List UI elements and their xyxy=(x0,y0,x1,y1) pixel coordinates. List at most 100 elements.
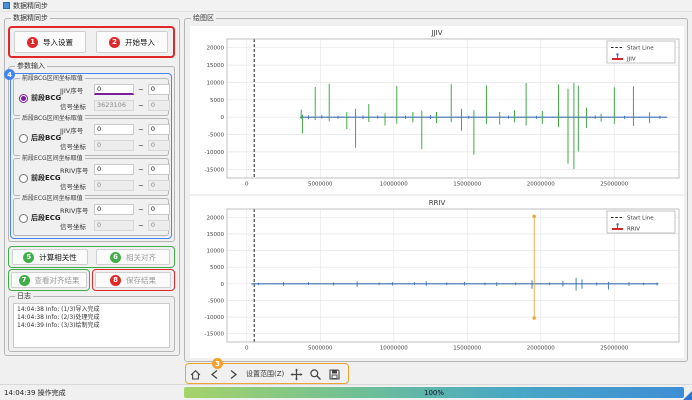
svg-text:0: 0 xyxy=(221,282,225,288)
param-field-start[interactable]: 0 xyxy=(94,124,134,135)
svg-text:-15000: -15000 xyxy=(205,167,225,173)
action-button-保存结果[interactable]: 8保存结果 xyxy=(95,272,171,288)
radio-前段BCG: 前段BCG xyxy=(19,93,61,103)
param-field-start: 0 xyxy=(94,180,134,191)
param-field-end[interactable]: 0 xyxy=(148,204,170,215)
badge-2: 2 xyxy=(109,37,120,48)
rriv-plot-svg: 20000150001000050000-5000-10000-15000050… xyxy=(190,196,684,358)
param-row: RRIV序号0~0 xyxy=(60,204,170,215)
param-section-1: 前段BCG区间坐标取值前段BCGJJIV序号0~0信号坐标3623106~0 xyxy=(13,78,169,116)
param-row: 信号坐标3623106~0 xyxy=(60,100,170,111)
svg-text:JJIV: JJIV xyxy=(431,29,443,37)
badge-4: 4 xyxy=(4,69,15,80)
param-label: 信号坐标 xyxy=(60,141,92,151)
params-group-label: 参数输入 xyxy=(15,62,47,71)
param-field-end[interactable]: 0 xyxy=(148,164,170,175)
radio-label: 前段ECG xyxy=(31,173,61,183)
svg-text:0: 0 xyxy=(221,115,225,121)
param-row: 信号坐标0~0 xyxy=(60,140,170,151)
svg-text:-10000: -10000 xyxy=(205,315,225,321)
param-row: JJIV序号0~0 xyxy=(60,84,170,95)
svg-text:25000000: 25000000 xyxy=(600,346,628,352)
svg-text:20000: 20000 xyxy=(207,46,225,52)
svg-text:JJIV: JJIV xyxy=(626,57,636,63)
svg-text:15000: 15000 xyxy=(207,232,225,238)
set-range-button[interactable]: 设置范围(Z) xyxy=(246,369,284,379)
radio-button[interactable] xyxy=(19,94,28,103)
param-section-4: 后段ECG区间坐标取值后段ECGRRIV序号0~0信号坐标0~0 xyxy=(13,198,169,236)
svg-text:Start Line: Start Line xyxy=(627,46,654,52)
svg-text:5000: 5000 xyxy=(210,265,224,271)
app-icon xyxy=(3,2,10,9)
svg-text:15000000: 15000000 xyxy=(453,346,481,352)
svg-text:20000000: 20000000 xyxy=(527,346,555,352)
forward-arrow-icon[interactable] xyxy=(227,368,240,381)
radio-button[interactable] xyxy=(19,174,28,183)
badge-7: 7 xyxy=(19,275,30,286)
param-section-title: 前段ECG区间坐标取值 xyxy=(20,154,85,163)
import-button-2[interactable]: 2开始导入 xyxy=(96,31,168,53)
param-field-start[interactable]: 0 xyxy=(94,84,134,95)
param-label: RRIV序号 xyxy=(60,165,92,175)
status-message: 14:04:39 操作完成 xyxy=(4,388,66,398)
svg-text:-15000: -15000 xyxy=(205,332,225,338)
tilde-separator: ~ xyxy=(136,206,146,214)
badge-1: 1 xyxy=(27,37,38,48)
param-row: RRIV序号0~0 xyxy=(60,164,170,175)
progress-bar: 100% xyxy=(184,387,684,398)
svg-text:0: 0 xyxy=(245,182,249,188)
tilde-separator: ~ xyxy=(136,142,146,150)
param-field-end[interactable]: 0 xyxy=(148,84,170,95)
param-field-start[interactable]: 0 xyxy=(94,204,134,215)
save-icon[interactable] xyxy=(328,368,341,381)
param-label: RRIV序号 xyxy=(60,205,92,215)
param-section-title: 后段ECG区间坐标取值 xyxy=(20,194,85,203)
app-window: { "window": { "title": "数据精同步" }, "annot… xyxy=(0,0,692,400)
radio-label: 前段BCG xyxy=(31,93,61,103)
window-title: 数据精同步 xyxy=(13,1,48,11)
param-row: 信号坐标0~0 xyxy=(60,220,170,231)
tilde-separator: ~ xyxy=(136,86,146,94)
param-label: JJIV序号 xyxy=(60,85,92,95)
param-field-start: 0 xyxy=(94,140,134,151)
param-section-3: 前段ECG区间坐标取值前段ECGRRIV序号0~0信号坐标0~0 xyxy=(13,158,169,196)
title-bar: 数据精同步 xyxy=(0,0,692,12)
chart-rriv[interactable]: 20000150001000050000-5000-10000-15000050… xyxy=(190,196,684,358)
resize-grip[interactable] xyxy=(683,391,692,400)
svg-text:5000000: 5000000 xyxy=(308,346,333,352)
tilde-separator: ~ xyxy=(136,102,146,110)
radio-后段BCG: 后段BCG xyxy=(19,133,61,143)
pan-icon[interactable] xyxy=(290,368,303,381)
param-field-end: 0 xyxy=(148,220,170,231)
param-label: JJIV序号 xyxy=(60,125,92,135)
svg-text:10000000: 10000000 xyxy=(380,346,408,352)
action-button-label: 查看对齐结果 xyxy=(35,275,80,286)
radio-button[interactable] xyxy=(19,134,28,143)
radio-button[interactable] xyxy=(19,214,28,223)
svg-text:0: 0 xyxy=(245,346,249,352)
param-row: 信号坐标0~0 xyxy=(60,180,170,191)
param-field-end: 0 xyxy=(148,180,170,191)
zoom-icon[interactable] xyxy=(309,368,322,381)
action-button-相关对齐[interactable]: 6相关对齐 xyxy=(96,249,170,265)
plot-toolbar: 设置范围(Z) xyxy=(189,366,341,382)
svg-text:RRIV: RRIV xyxy=(429,199,446,207)
param-field-end: 0 xyxy=(148,100,170,111)
action-button-计算相关性[interactable]: 5计算相关性 xyxy=(12,249,88,265)
chart-jjiv[interactable]: 20000150001000050000-5000-10000-15000050… xyxy=(190,26,684,194)
svg-text:-10000: -10000 xyxy=(205,150,225,156)
svg-text:10000: 10000 xyxy=(207,249,225,255)
action-button-查看对齐结果[interactable]: 7 查看对齐结果 xyxy=(11,272,87,288)
back-arrow-icon[interactable] xyxy=(208,368,221,381)
home-icon[interactable] xyxy=(189,368,202,381)
param-field-start: 3623106 xyxy=(94,100,134,111)
param-field-end[interactable]: 0 xyxy=(148,124,170,135)
param-field-start[interactable]: 0 xyxy=(94,164,134,175)
svg-text:5000: 5000 xyxy=(210,98,224,104)
svg-text:25000000: 25000000 xyxy=(600,182,628,188)
import-button-1[interactable]: 1导入设置 xyxy=(14,31,86,53)
left-panel-group-label: 数据精同步 xyxy=(11,14,50,23)
param-field-start: 0 xyxy=(94,220,134,231)
badge-8: 8 xyxy=(110,275,121,286)
param-label: 信号坐标 xyxy=(60,181,92,191)
